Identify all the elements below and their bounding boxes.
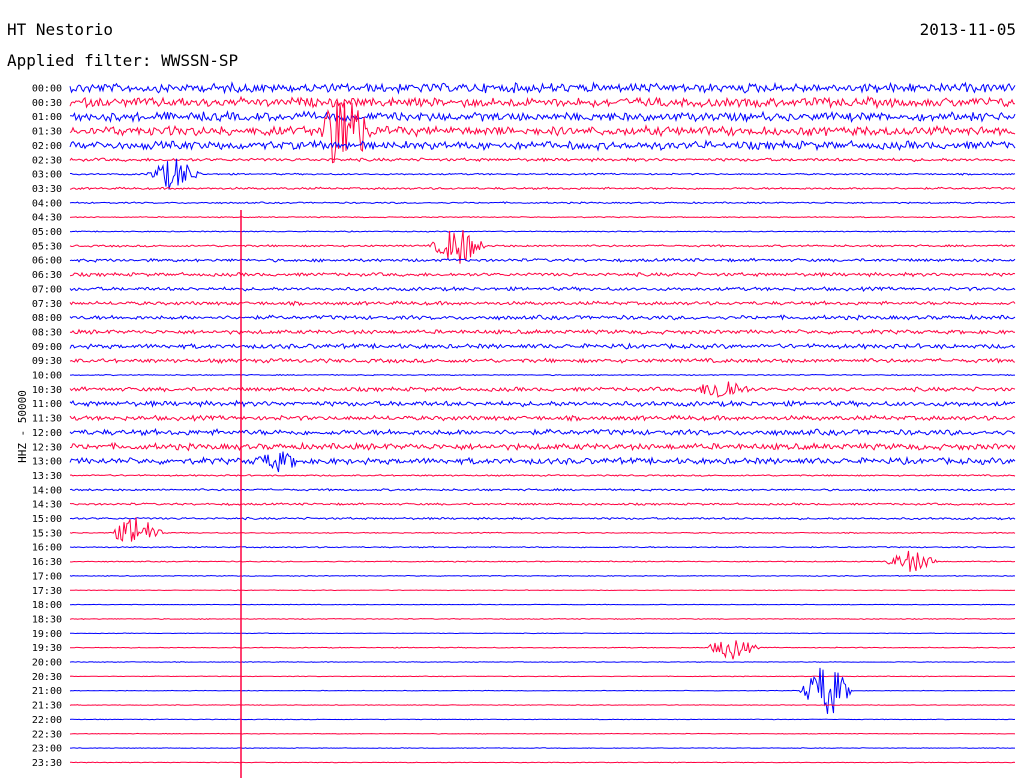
row-label: 03:00 (32, 170, 62, 181)
row-label: 20:30 (32, 672, 62, 683)
trace-row (69, 732, 1016, 735)
row-label: 16:00 (32, 543, 62, 554)
trace-row (69, 617, 1016, 620)
row-label: 21:00 (32, 686, 62, 697)
trace-row (70, 589, 1016, 592)
trace-row (69, 81, 1016, 95)
row-label: 20:00 (32, 658, 62, 669)
trace-row (69, 230, 1016, 233)
trace-row (69, 550, 1016, 572)
trace-row (69, 704, 1016, 706)
row-label: 00:30 (32, 98, 62, 109)
trace-row (69, 357, 1016, 364)
row-label: 07:00 (32, 284, 62, 295)
row-label: 19:30 (32, 643, 62, 654)
trace-row (69, 675, 1015, 678)
trace-row (69, 603, 1016, 606)
row-label: 02:30 (32, 155, 62, 166)
trace-row (69, 285, 1016, 292)
row-label: 18:30 (32, 614, 62, 625)
row-label: 15:30 (32, 528, 62, 539)
trace-row (69, 661, 1016, 663)
row-label: 13:30 (32, 471, 62, 482)
trace-row (69, 229, 1016, 264)
row-label: 13:00 (32, 457, 62, 468)
trace-row (70, 640, 1016, 660)
trace-row (70, 158, 1016, 190)
trace-row (69, 502, 1015, 506)
trace-row (69, 186, 1016, 191)
row-label: 02:00 (32, 141, 62, 152)
trace-row (70, 110, 1016, 124)
trace-row (69, 474, 1016, 477)
row-label: 22:30 (32, 729, 62, 740)
trace-row (70, 632, 1016, 635)
trace-row (69, 427, 1016, 437)
row-label: 23:30 (32, 758, 62, 769)
trace-row (69, 451, 1016, 473)
trace-row (69, 667, 1016, 714)
row-label: 17:30 (32, 586, 62, 597)
trace-row (69, 342, 1016, 350)
row-label: 05:00 (32, 227, 62, 238)
trace-row (70, 761, 1016, 764)
row-label: 01:30 (32, 127, 62, 138)
row-label: 08:30 (32, 327, 62, 338)
trace-row (69, 271, 1016, 278)
trace-row (69, 101, 1016, 164)
trace-row (69, 300, 1016, 307)
trace-row (69, 487, 1016, 492)
trace-row (69, 718, 1016, 721)
trace-row (69, 328, 1015, 335)
row-label: 06:30 (32, 270, 62, 281)
row-label: 17:00 (32, 571, 62, 582)
trace-row (69, 381, 1016, 398)
row-label: 14:30 (32, 500, 62, 511)
row-label: 11:00 (32, 399, 62, 410)
row-label: 14:00 (32, 485, 62, 496)
trace-row (69, 157, 1016, 163)
trace-row (69, 414, 1016, 423)
row-label: 18:00 (32, 600, 62, 611)
row-label: 04:30 (32, 213, 62, 224)
row-label: 00:00 (32, 84, 62, 95)
trace-row (69, 516, 1016, 521)
row-label: 21:30 (32, 701, 62, 712)
row-label: 03:30 (32, 184, 62, 195)
trace-row (69, 441, 1016, 452)
trace-row (69, 545, 1016, 549)
trace-row (70, 373, 1015, 377)
row-label: 09:30 (32, 356, 62, 367)
trace-row (69, 399, 1016, 408)
row-label: 10:00 (32, 371, 62, 382)
trace-row (69, 216, 1016, 219)
row-label: 12:00 (32, 428, 62, 439)
row-label: 01:00 (32, 112, 62, 123)
row-label: 04:00 (32, 198, 62, 209)
row-label: 06:00 (32, 256, 62, 267)
trace-row (69, 95, 1015, 110)
row-label: 23:00 (32, 744, 62, 755)
trace-row (70, 747, 1015, 749)
row-label: 19:00 (32, 629, 62, 640)
seismogram-plot: 00:00 00:30 01:00 01:30 02:00 02:30 03:00 03:30… (32, 81, 1016, 778)
row-label: 12:30 (32, 442, 62, 453)
row-label: 22:00 (32, 715, 62, 726)
row-label: 05:30 (32, 241, 62, 252)
row-label: 09:00 (32, 342, 62, 353)
row-label: 15:00 (32, 514, 62, 525)
row-label: 16:30 (32, 557, 62, 568)
trace-row (69, 257, 1016, 263)
trace-row (69, 574, 1016, 577)
trace-row (69, 517, 1016, 542)
row-label: 10:30 (32, 385, 62, 396)
trace-row (69, 314, 1016, 321)
row-label: 07:30 (32, 299, 62, 310)
trace-row (69, 201, 1016, 205)
row-label: 08:00 (32, 313, 62, 324)
row-label: 11:30 (32, 414, 62, 425)
trace-row (69, 139, 1016, 152)
